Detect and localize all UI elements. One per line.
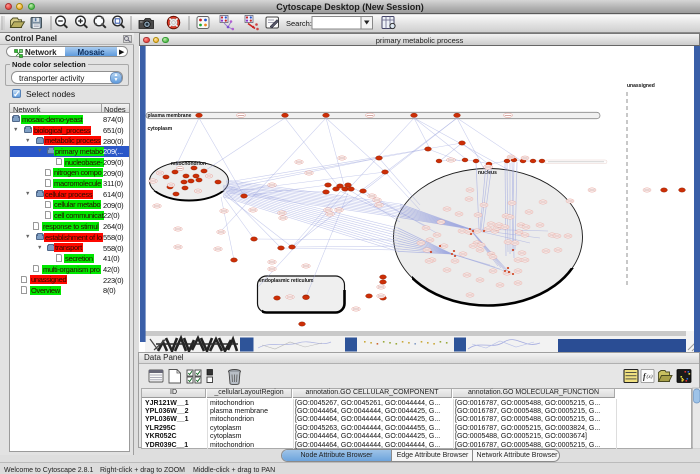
svg-text:f: f [643, 372, 647, 381]
svg-text:endoplasmic reticulum: endoplasmic reticulum [259, 278, 314, 284]
svg-text:unassigned: unassigned [627, 83, 655, 89]
svg-text:plasma membrane: plasma membrane [148, 113, 192, 119]
svg-text:cytoplasm: cytoplasm [148, 126, 173, 132]
svg-text:(x): (x) [647, 373, 653, 380]
